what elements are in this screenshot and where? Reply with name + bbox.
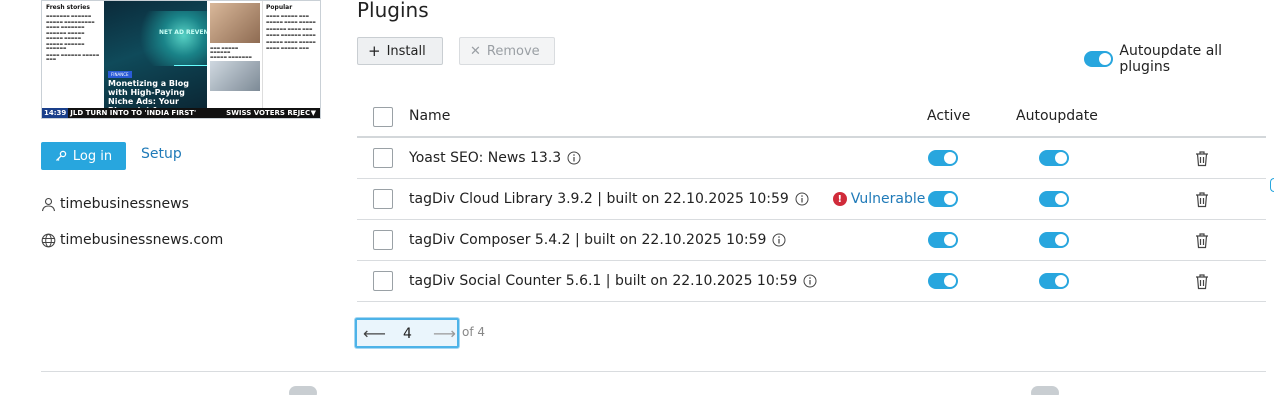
plugin-name: Yoast SEO: News 13.3 [409,150,562,166]
autoupdate-toggle[interactable] [1039,150,1069,166]
preview-popular-column: Popular ▬▬▬▬ ▬▬▬▬▬ ▬▬▬ ▬▬▬▬▬ ▬▬▬▬ ▬▬▬▬▬ … [262,1,320,111]
autoupdate-all-label: Autoupdate all plugins [1119,43,1223,75]
column-header-active[interactable]: Active [927,108,970,124]
scroll-edge-indicator [1270,178,1274,192]
table-row: tagDiv Cloud Library 3.9.2 | built on 22… [357,179,1266,220]
active-toggle[interactable] [928,273,958,289]
plugin-name-cell: Yoast SEO: News 13.3 [409,150,581,166]
page-number-input[interactable] [393,324,419,344]
table-header: Name Active Autoupdate [357,96,1266,138]
row-checkbox[interactable] [373,189,393,209]
table-row: tagDiv Composer 5.4.2 | built on 22.10.2… [357,220,1266,261]
setup-link[interactable]: Setup [141,146,182,162]
site-domain-row: timebusinessnews.com [41,232,223,248]
preview-fresh-stories-heading: Fresh stories [46,4,90,11]
vulnerable-label: Vulnerable [850,191,926,207]
row-checkbox[interactable] [373,148,393,168]
site-username-row: timebusinessnews [41,196,189,212]
plugin-name-cell: tagDiv Cloud Library 3.9.2 | built on 22… [409,191,925,207]
bottom-controls-strip [41,386,1266,395]
plugins-table: Name Active Autoupdate Yoast SEO: News 1… [357,96,1266,302]
preview-popular-heading: Popular [266,4,293,11]
autoupdate-toggle[interactable] [1039,273,1069,289]
site-preview-thumbnail[interactable]: Fresh stories ▬▬▬▬▬▬▬ ▬▬▬▬▬▬ ▬▬▬▬▬ ▬▬▬▬▬… [41,0,321,119]
key-icon [55,150,67,161]
plugin-name: tagDiv Social Counter 5.6.1 | built on 2… [409,273,798,289]
info-icon[interactable] [567,151,581,165]
login-button[interactable]: Log in [41,142,126,170]
alert-icon: ! [832,192,847,206]
trash-icon[interactable] [1194,273,1210,290]
page-title: Plugins [357,0,429,22]
trash-icon[interactable] [1194,191,1210,208]
autoupdate-all-plugins: Autoupdate all plugins [1084,43,1274,75]
column-header-name[interactable]: Name [409,108,450,124]
preview-ticker-time: 14:39 [42,108,69,118]
vulnerable-badge[interactable]: ! Vulnerable [832,191,926,207]
preview-fresh-stories-column: Fresh stories ▬▬▬▬▬▬▬ ▬▬▬▬▬▬ ▬▬▬▬▬ ▬▬▬▬▬… [42,1,104,118]
preview-hero-headline: Monetizing a Blog with High-Paying Niche… [108,79,189,111]
site-username: timebusinessnews [60,196,189,212]
active-toggle[interactable] [928,150,958,166]
select-all-checkbox[interactable] [373,107,393,127]
arrow-left-icon[interactable]: ⟵ [363,324,386,343]
install-button[interactable]: + Install [357,37,443,65]
pagination-control: ⟵ ⟶ [355,318,459,348]
row-checkbox[interactable] [373,271,393,291]
plesk-wordpress-panel: Fresh stories ▬▬▬▬▬▬▬ ▬▬▬▬▬▬ ▬▬▬▬▬ ▬▬▬▬▬… [0,0,1274,395]
close-icon: ✕ [470,43,481,59]
section-divider [41,371,1266,372]
plugin-name-cell: tagDiv Composer 5.4.2 | built on 22.10.2… [409,232,786,248]
arrow-right-icon[interactable]: ⟶ [433,324,456,343]
smart-updates-toggle[interactable] [289,386,317,395]
trash-icon[interactable] [1194,150,1210,167]
table-row: Yoast SEO: News 13.3 [357,138,1266,179]
info-icon[interactable] [803,274,817,288]
install-button-label: Install [386,43,426,59]
table-row: tagDiv Social Counter 5.6.1 | built on 2… [357,261,1266,302]
autoupdate-toggle[interactable] [1039,232,1069,248]
remove-button[interactable]: ✕ Remove [459,37,555,65]
site-domain: timebusinessnews.com [60,232,224,248]
trash-icon[interactable] [1194,232,1210,249]
plugin-name: tagDiv Cloud Library 3.9.2 | built on 22… [409,191,789,207]
globe-icon [41,233,56,247]
chevron-down-icon: ▼ [310,109,316,117]
pagination-total: of 4 [462,325,486,339]
remove-button-label: Remove [486,43,540,59]
user-icon [41,197,56,211]
active-toggle[interactable] [928,232,958,248]
maintenance-toggle[interactable] [1031,386,1059,395]
preview-news-ticker: 14:39 JLD TURN INTO TO 'INDIA FIRST' SWISS… [42,108,320,118]
preview-middle-column: ▬▬▬ ▬▬▬▬▬ ▬▬▬▬▬▬ ▬▬▬▬▬ ▬▬▬▬▬▬▬ [207,1,262,111]
autoupdate-toggle[interactable] [1039,191,1069,207]
row-checkbox[interactable] [373,230,393,250]
preview-ticker-right: SWISS VOTERS REJEC [226,109,311,117]
active-toggle[interactable] [928,191,958,207]
preview-ticker-left: JLD TURN INTO TO 'INDIA FIRST' [70,109,197,117]
preview-hero-tag: FINANCE [108,71,132,78]
autoupdate-all-toggle[interactable] [1084,51,1114,67]
login-button-label: Log in [72,148,113,164]
plugin-name: tagDiv Composer 5.4.2 | built on 22.10.2… [409,232,767,248]
info-icon[interactable] [795,192,809,206]
plugin-name-cell: tagDiv Social Counter 5.6.1 | built on 2… [409,273,817,289]
plus-icon: + [368,42,381,60]
column-header-autoupdate[interactable]: Autoupdate [1016,108,1098,124]
info-icon[interactable] [772,233,786,247]
